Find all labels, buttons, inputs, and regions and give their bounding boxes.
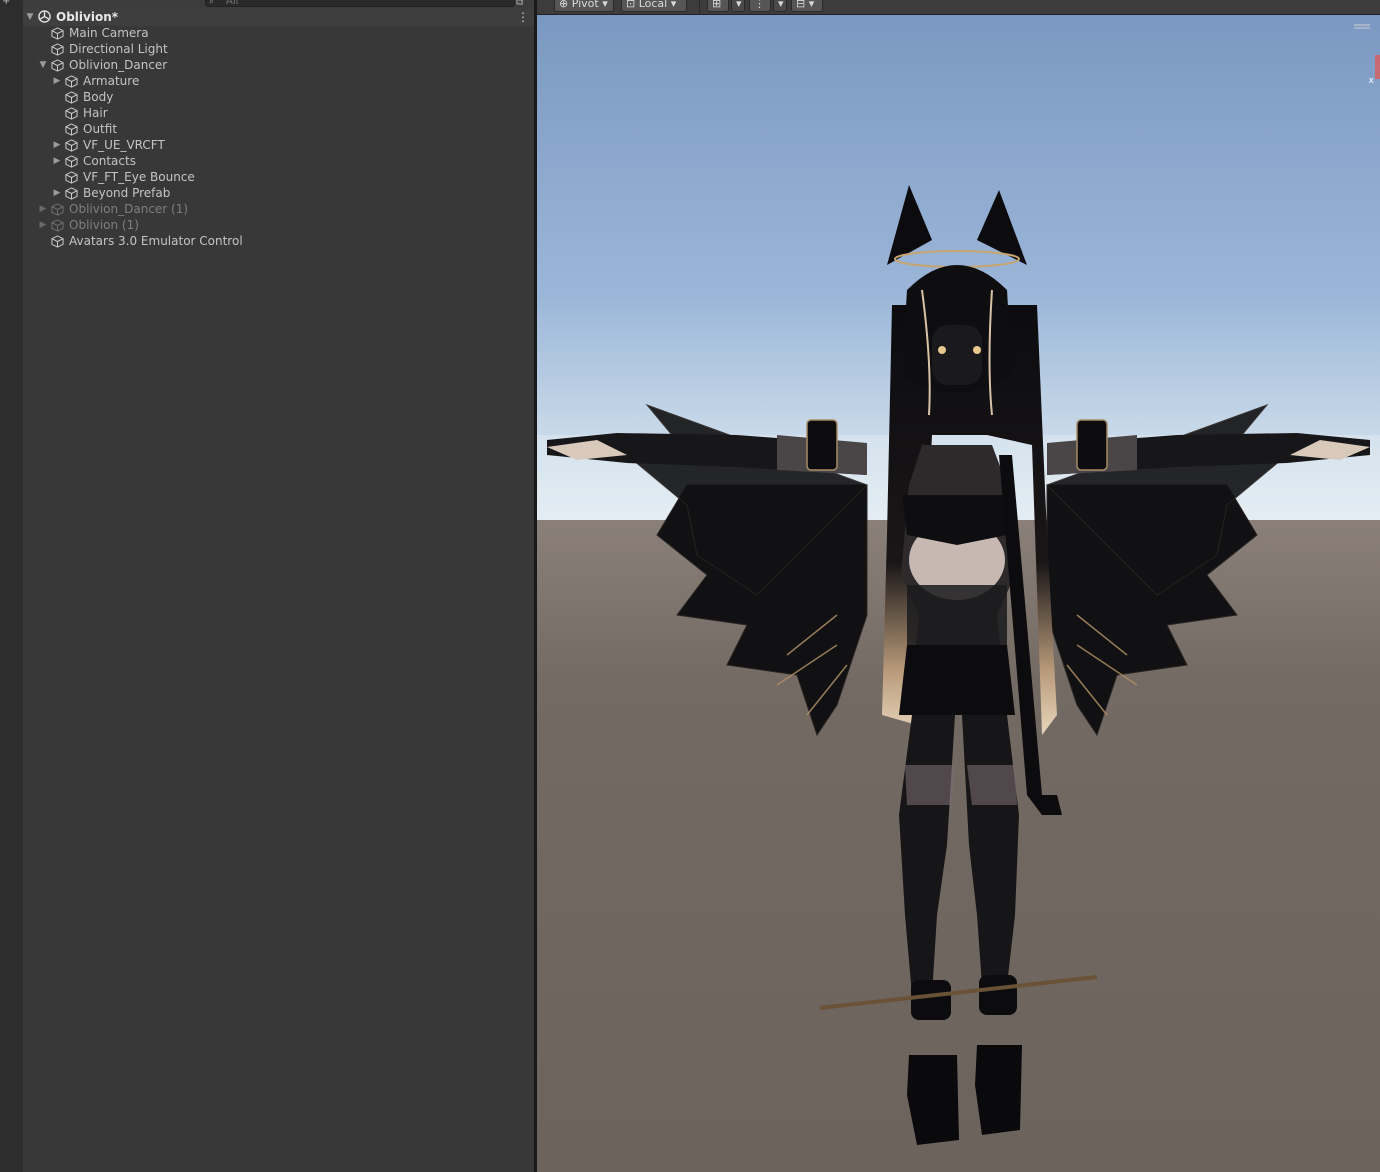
chevron-down-icon: ▾	[808, 0, 815, 10]
foldout-arrow-icon[interactable]: ▼	[37, 57, 49, 73]
chevron-down-icon: ▾	[778, 0, 784, 10]
lock-icon[interactable]: ⧉	[516, 0, 523, 8]
snap-increment-button[interactable]: ⋮	[749, 0, 771, 12]
pivot-dropdown[interactable]: ⊕ Pivot ▾	[554, 0, 614, 12]
gameobject-cube-icon	[51, 219, 64, 232]
avatar-torso	[899, 445, 1015, 715]
scene-icon	[38, 10, 51, 23]
scene-view-toolbar: ⊕ Pivot ▾ ⊡ Local ▾ ⊞ ▾ ⋮ ▾ ⊟ ▾	[537, 0, 1380, 15]
foldout-arrow-icon[interactable]: ▼	[24, 9, 36, 25]
gameobject-cube-icon	[51, 43, 64, 56]
gameobject-cube-icon	[65, 155, 78, 168]
scene-view-panel: x ⊕ Pivot ▾ ⊡ Local ▾ ⊞ ▾ ⋮ ▾ ⊟ ▾	[537, 0, 1380, 1172]
hierarchy-search-input[interactable]	[205, 0, 515, 7]
item-label: Beyond Prefab	[83, 186, 171, 200]
item-label: Armature	[83, 74, 140, 88]
hierarchy-gutter	[0, 0, 23, 1172]
snap-increment-icon: ⋮	[754, 0, 765, 10]
gameobject-cube-icon	[51, 235, 64, 248]
foldout-arrow-icon[interactable]: ▶	[37, 217, 49, 233]
unity-editor-window: + ⌕ ⧉ ▼ Oblivion* ⋮ Main Camera Directio…	[0, 0, 1380, 1172]
chevron-down-icon: ▾	[602, 0, 608, 10]
gameobject-cube-icon	[65, 107, 78, 120]
grid-snap-dropdown[interactable]: ▾	[731, 0, 745, 12]
snap-increment-dropdown[interactable]: ▾	[773, 0, 787, 12]
search-icon: ⌕	[209, 0, 215, 7]
gameobject-cube-icon	[65, 91, 78, 104]
local-label: Local	[638, 0, 668, 10]
gameobject-cube-icon	[51, 59, 64, 72]
gameobject-cube-icon	[51, 27, 64, 40]
item-label: Oblivion_Dancer	[69, 58, 168, 72]
kebab-menu-icon[interactable]: ⋮	[517, 10, 529, 24]
local-dropdown[interactable]: ⊡ Local ▾	[621, 0, 687, 12]
item-label: VF_UE_VRCFT	[83, 138, 165, 152]
foldout-arrow-icon[interactable]: ▶	[51, 153, 63, 169]
grid-snap-icon: ⊞	[712, 0, 722, 10]
gizmo-axis-x-label[interactable]: x	[1369, 76, 1374, 86]
item-label: Avatars 3.0 Emulator Control	[69, 234, 243, 248]
foldout-arrow-icon[interactable]: ▶	[37, 201, 49, 217]
item-label: Main Camera	[69, 26, 149, 40]
gameobject-cube-icon	[65, 123, 78, 136]
gameobject-cube-icon	[65, 171, 78, 184]
chevron-down-icon: ▾	[670, 0, 677, 10]
foldout-arrow-icon[interactable]: ▶	[51, 73, 63, 89]
item-label: Oblivion (1)	[69, 218, 139, 232]
add-icon[interactable]: +	[2, 0, 10, 7]
grid-snap-button[interactable]: ⊞	[707, 0, 729, 12]
gameobject-cube-icon	[51, 203, 64, 216]
local-icon: ⊡	[626, 0, 636, 10]
scene-viewport[interactable]: x	[537, 15, 1380, 1172]
item-label: Body	[83, 90, 114, 104]
item-label: Directional Light	[69, 42, 168, 56]
item-label: Outfit	[83, 122, 118, 136]
gameobject-cube-icon	[65, 139, 78, 152]
item-label: VF_FT_Eye Bounce	[83, 170, 195, 184]
item-label: Contacts	[83, 154, 136, 168]
hierarchy-panel: + ⌕ ⧉ ▼ Oblivion* ⋮ Main Camera Directio…	[0, 0, 534, 1172]
pivot-label: Pivot	[571, 0, 599, 10]
toolbar-separator	[699, 0, 700, 15]
snapping-icon: ⊟	[796, 0, 806, 10]
foldout-arrow-icon[interactable]: ▶	[51, 137, 63, 153]
item-label: Hair	[83, 106, 108, 120]
foldout-arrow-icon[interactable]: ▶	[51, 185, 63, 201]
item-label: Oblivion_Dancer (1)	[69, 202, 189, 216]
chevron-down-icon: ▾	[736, 0, 742, 10]
gameobject-cube-icon	[65, 187, 78, 200]
pivot-icon: ⊕	[559, 0, 569, 10]
scene-name: Oblivion*	[56, 10, 119, 24]
scene-render	[537, 15, 1380, 1172]
gameobject-cube-icon	[65, 75, 78, 88]
snapping-dropdown[interactable]: ⊟ ▾	[791, 0, 823, 12]
